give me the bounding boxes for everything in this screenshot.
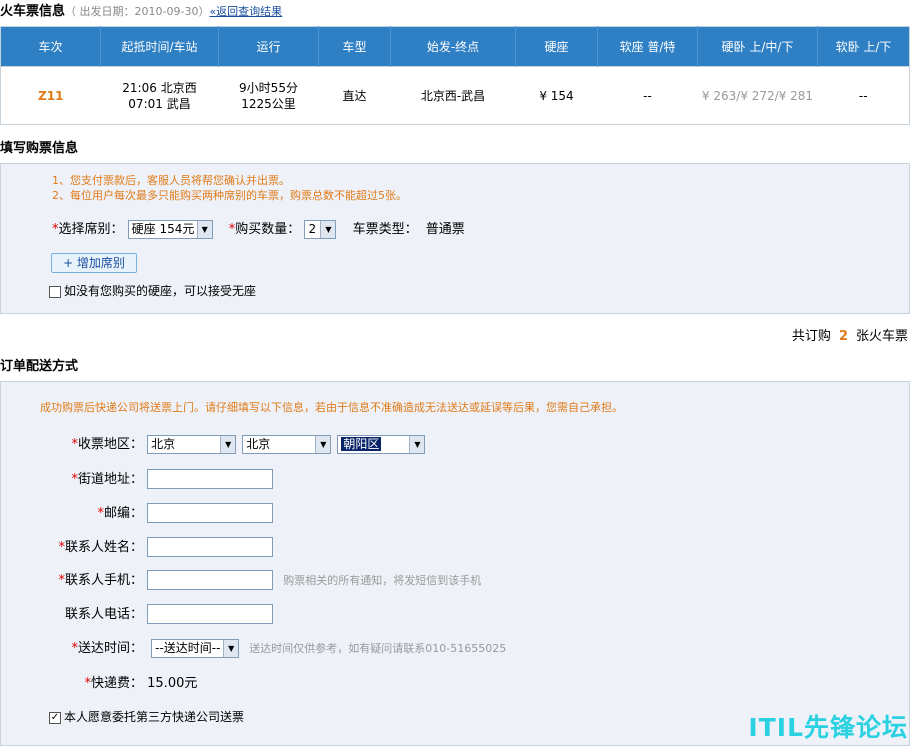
agree-row: ✓ 本人愿意委托第三方快递公司送票 [49, 707, 244, 727]
qty-label: 购买数量： [235, 222, 301, 237]
train-table-header: 车次 起抵时间/车站 运行 车型 始发-终点 硬座 软座 普/特 硬卧 上/中/… [0, 26, 910, 67]
fee-label: 快递费： [90, 676, 143, 691]
region-row: *收票地区： 北京 ▼ 北京 ▼ 朝阳区 ▼ [0, 435, 426, 455]
hard-sleeper-price: ¥ 263/¥ 272/¥ 281 [697, 66, 818, 125]
mobile-row: *联系人手机： 购票相关的所有通知，将发短信到该手机 [0, 570, 481, 590]
arrive-time-station: 07:01 武昌 [128, 96, 191, 111]
seat-label: 选择席别： [58, 222, 124, 237]
total-suffix: 张火车票 [855, 329, 908, 344]
province-value: 北京 [151, 437, 176, 451]
date-prefix: （ 出发日期： [65, 5, 135, 18]
contact-name-input[interactable] [147, 537, 274, 557]
col-hard-seat: 硬座 [515, 26, 598, 67]
city-select[interactable]: 北京 ▼ [242, 435, 332, 454]
ticket-type-label: 车票类型： [352, 222, 418, 237]
seat-qty-row: *选择席别： 硬座 154元 ▼ *购买数量： 2 ▼ 车票类型： 普通票 [52, 220, 465, 240]
date-suffix: ） [198, 5, 210, 18]
col-train-no: 车次 [0, 26, 101, 67]
purchase-notice-1: 1、您支付票款后，客服人员将帮您确认并出票。 [52, 174, 290, 187]
col-route: 始发-终点 [390, 26, 516, 67]
fee-row: *快递费： 15.00元 [0, 674, 197, 694]
delivery-time-hint: 送达时间仅供参考，如有疑问请联系010-51655025 [249, 642, 507, 655]
province-select[interactable]: 北京 ▼ [147, 435, 237, 454]
seat-select[interactable]: 硬座 154元 ▼ [127, 220, 213, 239]
street-input[interactable] [147, 469, 274, 489]
contact-mobile-label: 联系人手机： [64, 572, 143, 588]
agree-label: 本人愿意委托第三方快递公司送票 [64, 710, 245, 724]
seat-select-value: 硬座 154元 [131, 222, 195, 236]
col-type: 车型 [318, 26, 391, 67]
delivery-time-row: *送达时间： --送达时间-- ▼ 送达时间仅供参考，如有疑问请联系010-516… [0, 639, 506, 659]
name-row: *联系人姓名： [0, 537, 274, 557]
purchase-notice-2: 2、每位用户每次最多只能购买两种席别的车票，购票总数不能超过5张。 [52, 189, 407, 202]
zip-row: *邮编： [0, 503, 274, 523]
chevron-down-icon: ▼ [409, 436, 425, 453]
purchase-notice: 1、您支付票款后，客服人员将帮您确认并出票。 2、每位用户每次最多只能购买两种席… [52, 173, 407, 203]
col-soft-sleeper: 软卧 上/下 [817, 26, 910, 67]
col-duration: 运行 [218, 26, 319, 67]
delivery-time-label: 送达时间： [77, 641, 143, 656]
run-duration: 9小时55分 [239, 80, 298, 95]
street-label: 街道地址： [77, 471, 143, 487]
agree-checkbox[interactable]: ✓ [49, 711, 61, 724]
train-route: 北京西-武昌 [390, 66, 516, 125]
chevron-down-icon: ▼ [320, 221, 336, 238]
accept-standing-label: 如没有您购买的硬座，可以接受无座 [64, 284, 257, 298]
train-times: 21:06 北京西 07:01 武昌 [100, 66, 219, 125]
zip-input[interactable] [147, 503, 274, 523]
table-row: Z11 21:06 北京西 07:01 武昌 9小时55分 1225公里 直达 … [0, 66, 910, 125]
phone-row: 联系人电话： [0, 604, 274, 624]
delivery-notice: 成功购票后快递公司将送票上门。请仔细填写以下信息，若由于信息不准确造成无法送达或… [40, 401, 623, 414]
fee-value: 15.00元 [147, 676, 198, 691]
delivery-section-title: 订单配送方式 [0, 359, 79, 374]
train-number: Z11 [0, 66, 101, 125]
contact-phone-label: 联系人电话： [64, 606, 143, 622]
zip-label: 邮编： [103, 505, 143, 521]
ticket-total: 共订购 2 张火车票 [792, 328, 908, 346]
delivery-time-value: --送达时间-- [155, 641, 221, 655]
delivery-time-select[interactable]: --送达时间-- ▼ [151, 639, 240, 658]
qty-select-value: 2 [308, 222, 317, 236]
train-table: 车次 起抵时间/车站 运行 车型 始发-终点 硬座 软座 普/特 硬卧 上/中/… [0, 26, 910, 125]
soft-seat-price: -- [597, 66, 698, 125]
train-run: 9小时55分 1225公里 [218, 66, 319, 125]
col-soft-seat: 软座 普/特 [597, 26, 698, 67]
qty-select[interactable]: 2 ▼ [304, 220, 337, 239]
train-info-title: 火车票信息 [0, 4, 66, 19]
ticket-type-value: 普通票 [425, 222, 465, 237]
col-time-station: 起抵时间/车站 [100, 26, 219, 67]
train-info-header: 火车票信息（ 出发日期：2010-09-30）«返回查询结果 [0, 3, 282, 21]
contact-mobile-input[interactable] [147, 570, 274, 590]
standing-row: 如没有您购买的硬座，可以接受无座 [49, 281, 256, 301]
region-label: 收票地区： [77, 437, 143, 452]
mobile-hint: 购票相关的所有通知，将发短信到该手机 [283, 573, 482, 587]
col-hard-sleeper: 硬卧 上/中/下 [697, 26, 818, 67]
chevron-down-icon: ▼ [220, 436, 236, 453]
purchase-section-title: 填写购票信息 [0, 141, 79, 156]
hard-seat-price: ¥ 154 [515, 66, 598, 125]
district-value: 朝阳区 [341, 437, 382, 451]
train-type: 直达 [318, 66, 391, 125]
total-prefix: 共订购 [791, 329, 831, 344]
district-select[interactable]: 朝阳区 ▼ [337, 435, 426, 454]
back-to-results-link[interactable]: «返回查询结果 [209, 5, 282, 18]
street-row: *街道地址： [0, 469, 274, 489]
total-count: 2 [838, 329, 848, 344]
depart-time-station: 21:06 北京西 [122, 80, 197, 95]
add-seat-class-button[interactable]: + 增加席别 [51, 253, 137, 273]
run-distance: 1225公里 [241, 96, 296, 111]
forum-watermark: ITIL先锋论坛 [748, 713, 908, 742]
accept-standing-checkbox[interactable] [49, 285, 61, 298]
chevron-down-icon: ▼ [223, 640, 239, 657]
chevron-down-icon: ▼ [196, 221, 212, 238]
city-value: 北京 [246, 437, 271, 451]
contact-phone-input[interactable] [147, 604, 274, 624]
soft-sleeper-price: -- [817, 66, 910, 125]
contact-name-label: 联系人姓名： [64, 539, 143, 555]
depart-date: 2010-09-30 [134, 5, 199, 18]
chevron-down-icon: ▼ [315, 436, 331, 453]
